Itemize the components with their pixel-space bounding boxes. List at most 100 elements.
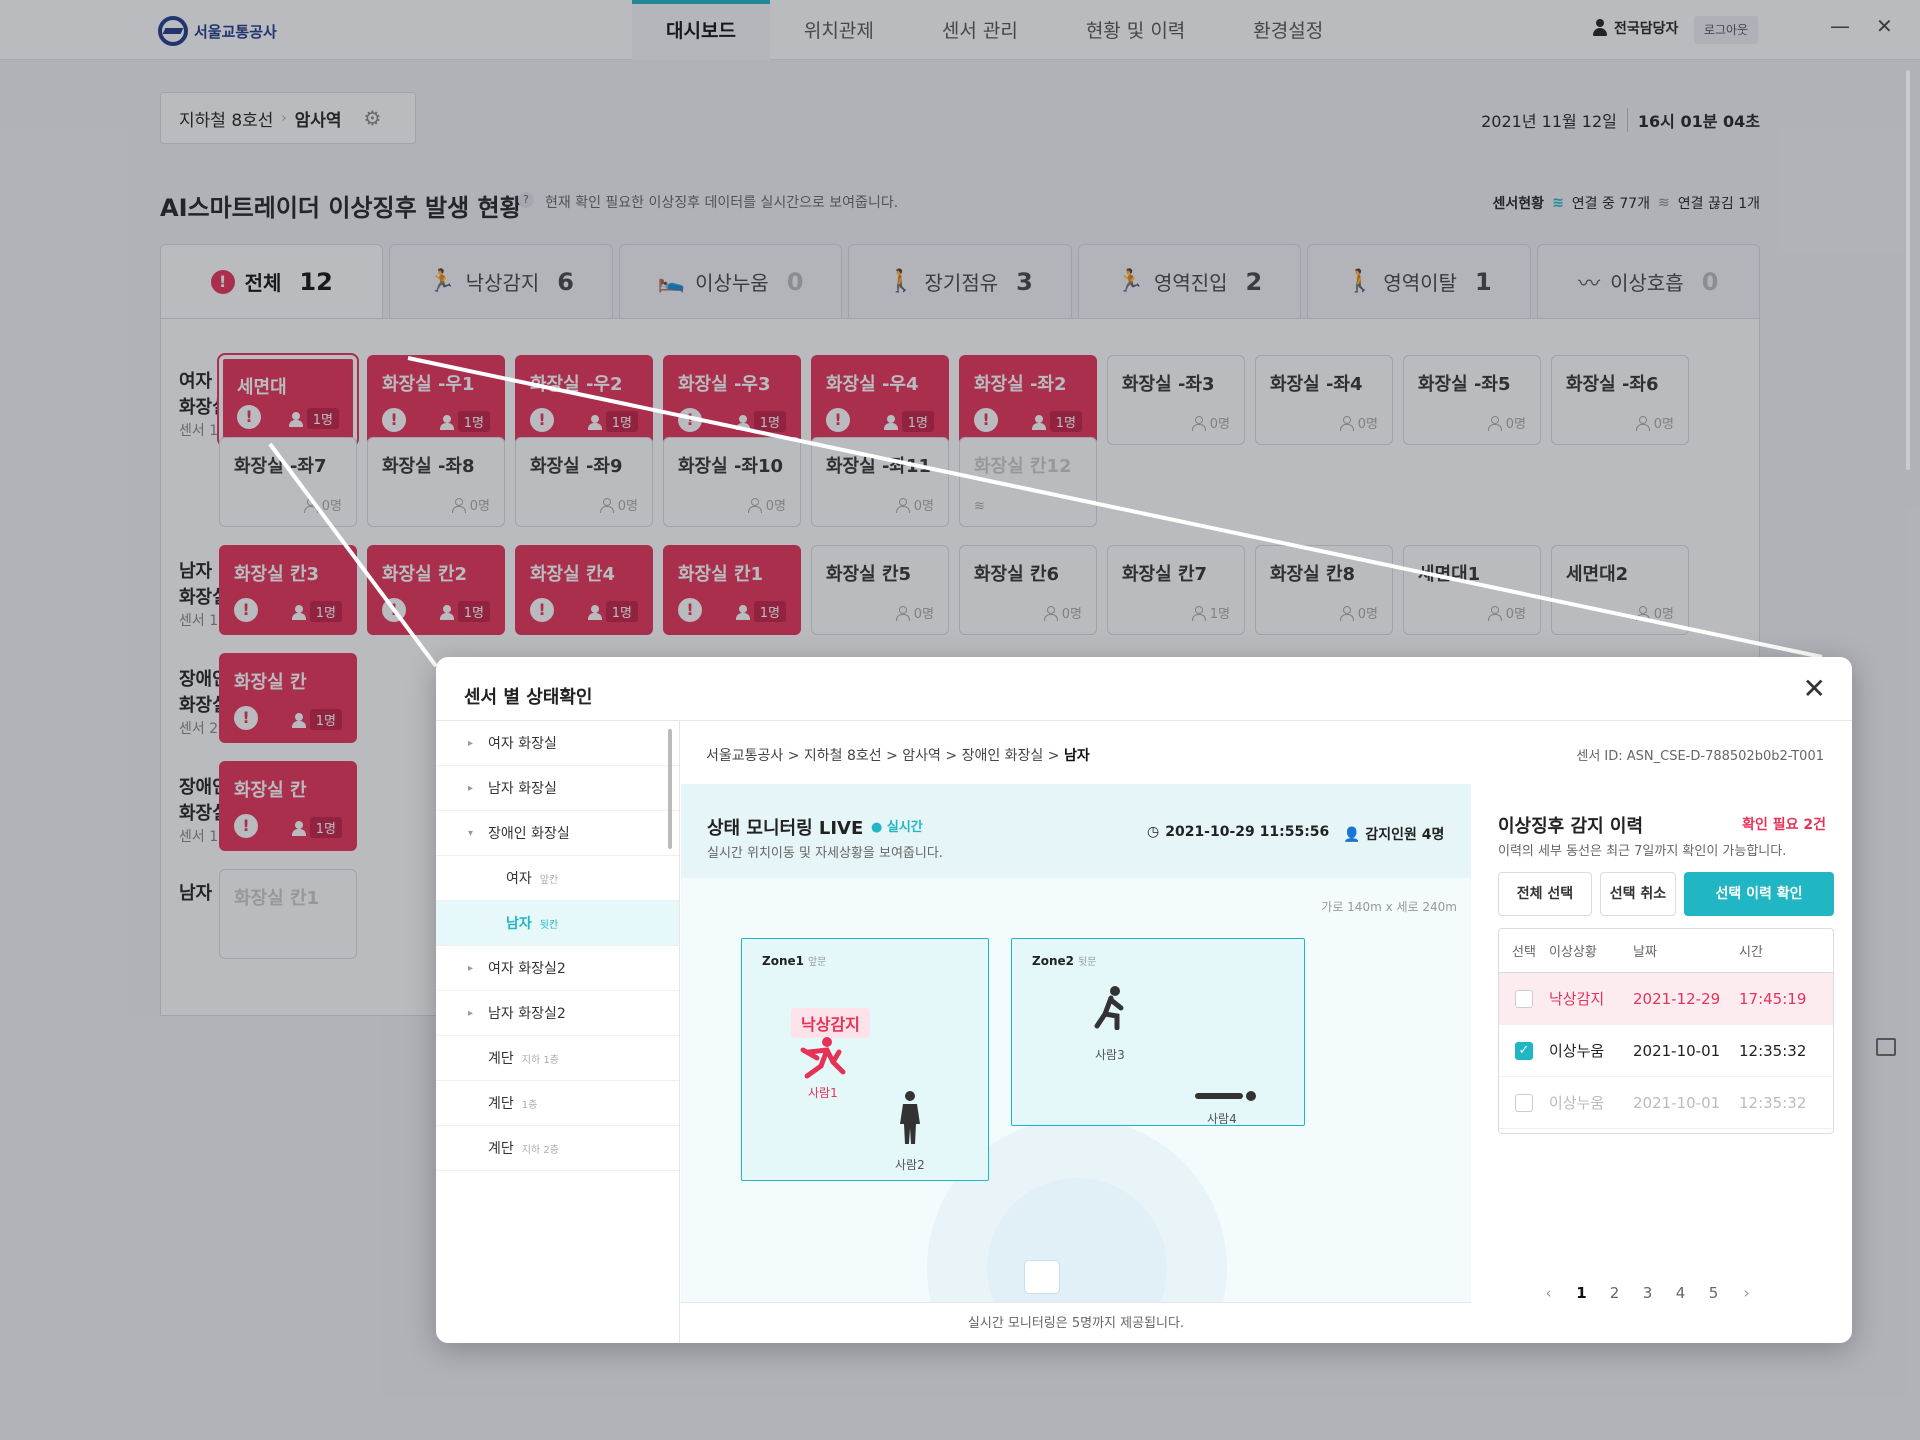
sensor-id: 센서 ID: ASN_CSE-D-788502b0b2-T001	[1576, 749, 1824, 764]
page-5[interactable]: 5	[1697, 1284, 1730, 1302]
history-title: 이상징후 감지 이력	[1498, 816, 1644, 837]
live-title: 상태 모니터링 LIVE	[707, 818, 864, 839]
chevron-right-icon: ▸	[468, 962, 474, 974]
zone1-label: Zone1	[762, 954, 804, 968]
close-icon[interactable]: ✕	[1803, 675, 1826, 703]
row-status: 이상누움	[1549, 1094, 1605, 1112]
select-all-button[interactable]: 전체 선택	[1498, 872, 1592, 916]
history-subtitle: 이력의 세부 동선은 최근 7일까지 확인이 가능합니다.	[1498, 844, 1787, 859]
falling-person-icon[interactable]	[799, 1036, 849, 1082]
table-row[interactable]: 이상누움 2021-10-01 12:35:32	[1499, 1077, 1833, 1129]
person3-label: 사람3	[1095, 1048, 1125, 1062]
row-select: ✓	[1499, 1041, 1549, 1060]
tree-item[interactable]: ▸ 남자 화장실2	[436, 991, 679, 1036]
table-row[interactable]: ✓ 이상누움 2021-10-01 12:35:32	[1499, 1025, 1833, 1077]
tree-item[interactable]: ▾ 장애인 화장실	[436, 811, 679, 856]
tree-item[interactable]: ▸ 여자 화장실	[436, 721, 679, 766]
chat-icon[interactable]	[1876, 1038, 1896, 1056]
chevron-right-icon: ▸	[468, 782, 474, 794]
live-footer-note: 실시간 모니터링은 5명까지 제공됩니다.	[681, 1302, 1471, 1343]
table-body: 낙상감지 2021-12-29 17:45:19 ✓ 이상누움 2021-10-01 12:…	[1499, 973, 1833, 1129]
table-header: 선택 이상상황 날짜 시간	[1499, 929, 1833, 973]
chevron-right-icon: ▸	[468, 737, 474, 749]
callout-line-right	[407, 356, 1823, 659]
tree-item-label: 여자 화장실	[488, 736, 557, 752]
col-status: 이상상황	[1549, 945, 1597, 960]
detected-count-value: 감지인원 4명	[1365, 827, 1445, 843]
zone2-label: Zone2	[1032, 954, 1074, 968]
table-row[interactable]: 낙상감지 2021-12-29 17:45:19	[1499, 973, 1833, 1025]
confirm-selected-button[interactable]: 선택 이력 확인	[1684, 872, 1834, 916]
breadcrumb: 서울교통공사 > 지하철 8호선 > 암사역 > 장애인 화장실 > 남자	[706, 745, 1090, 765]
deselect-button[interactable]: 선택 취소	[1600, 872, 1676, 916]
row-status: 이상누움	[1549, 1042, 1605, 1060]
tree-scrollbar[interactable]	[668, 729, 672, 849]
tree-item[interactable]: 남자 뒷칸	[436, 901, 679, 946]
breadcrumb-current: 남자	[1063, 748, 1090, 764]
tree-item-sub: 앞칸	[539, 874, 559, 886]
live-timestamp-value: 2021-10-29 11:55:56	[1165, 824, 1330, 840]
lying-person-icon[interactable]	[1193, 1089, 1257, 1103]
radar-sensor-icon[interactable]	[1024, 1260, 1060, 1294]
tree-item[interactable]: 계단 지하 1층	[436, 1036, 679, 1081]
row-date: 2021-10-01	[1633, 1093, 1721, 1112]
person2-label: 사람2	[895, 1158, 925, 1172]
row-select	[1499, 1093, 1549, 1112]
tree-item[interactable]: 계단 지하 2층	[436, 1126, 679, 1171]
live-subtitle: 실시간 위치이동 및 자세상황을 보여줍니다.	[707, 846, 943, 861]
chevron-down-icon: ▾	[468, 827, 474, 839]
person4-label: 사람4	[1207, 1112, 1237, 1126]
fall-detected-badge: 낙상감지	[791, 1008, 870, 1038]
row-date: 2021-10-01	[1633, 1041, 1721, 1060]
tree-item-sub: 지하 2층	[521, 1144, 559, 1156]
clock-icon: ◷	[1147, 824, 1160, 840]
history-table: 선택 이상상황 날짜 시간 낙상감지 2021-12-29 17:45:19 ✓ 이상누…	[1498, 928, 1834, 1134]
row-select	[1499, 989, 1549, 1008]
zone1-area: Zone1 앞문	[741, 938, 989, 1181]
col-time: 시간	[1739, 945, 1763, 960]
tree-item-label: 남자 화장실2	[488, 1006, 566, 1022]
row-date: 2021-12-29	[1633, 989, 1721, 1008]
person-icon: 👤	[1343, 827, 1361, 843]
tree-item-sub: 지하 1층	[521, 1054, 559, 1066]
page-4[interactable]: 4	[1664, 1284, 1697, 1302]
zone1-sub: 앞문	[807, 957, 827, 968]
col-date: 날짜	[1633, 945, 1657, 960]
page-2[interactable]: 2	[1598, 1284, 1631, 1302]
breadcrumb-path: 서울교통공사 > 지하철 8호선 > 암사역 > 장애인 화장실 >	[706, 748, 1064, 764]
standing-person-icon[interactable]	[895, 1090, 925, 1146]
page-3[interactable]: 3	[1631, 1284, 1664, 1302]
row-checkbox[interactable]: ✓	[1515, 1041, 1533, 1060]
location-tree: ▸ 여자 화장실 ▸ 남자 화장실 ▾ 장애인 화장실여자 앞칸남자 뒷칸 ▸ 여자 화장실2 ▸ 남…	[436, 721, 680, 1343]
page-scrollbar[interactable]	[1906, 70, 1910, 470]
tree-item-label: 여자 화장실2	[488, 961, 566, 977]
zone2-sub: 뒷문	[1077, 957, 1097, 968]
tree-item-label: 남자 화장실	[488, 781, 557, 797]
tree-item[interactable]: 계단 1층	[436, 1081, 679, 1126]
sitting-person-icon[interactable]	[1091, 986, 1125, 1030]
tree-item-label: 계단	[488, 1096, 514, 1112]
row-time: 17:45:19	[1739, 989, 1807, 1008]
chevron-left-icon[interactable]: ‹	[1532, 1284, 1565, 1302]
chevron-right-icon: ▸	[468, 1007, 474, 1019]
history-panel: 이상징후 감지 이력 확인 필요 2건 이력의 세부 동선은 최근 7일까지 확…	[1472, 784, 1852, 1343]
tree-item-label: 남자	[506, 916, 532, 932]
detected-count: 👤 감지인원 4명	[1343, 824, 1444, 844]
tree-item-label: 여자	[506, 871, 532, 887]
pagination: ‹ 1 2 3 4 5 ›	[1532, 1284, 1763, 1302]
modal-title: 센서 별 상태확인	[464, 687, 593, 708]
chevron-right-icon[interactable]: ›	[1730, 1284, 1763, 1302]
tree-item[interactable]: 여자 앞칸	[436, 856, 679, 901]
tree-item[interactable]: ▸ 여자 화장실2	[436, 946, 679, 991]
row-checkbox[interactable]	[1515, 1093, 1533, 1112]
row-time: 12:35:32	[1739, 1041, 1807, 1060]
realtime-badge: ● 실시간	[871, 820, 923, 835]
zone2-area: Zone2 뒷문	[1011, 938, 1305, 1126]
modal-header: 센서 별 상태확인 ✕	[436, 657, 1852, 721]
page-1[interactable]: 1	[1565, 1284, 1598, 1302]
row-time: 12:35:32	[1739, 1093, 1807, 1112]
row-status: 낙상감지	[1549, 990, 1605, 1008]
row-checkbox[interactable]	[1515, 989, 1533, 1008]
tree-item[interactable]: ▸ 남자 화장실	[436, 766, 679, 811]
tree-item-label: 계단	[488, 1051, 514, 1067]
